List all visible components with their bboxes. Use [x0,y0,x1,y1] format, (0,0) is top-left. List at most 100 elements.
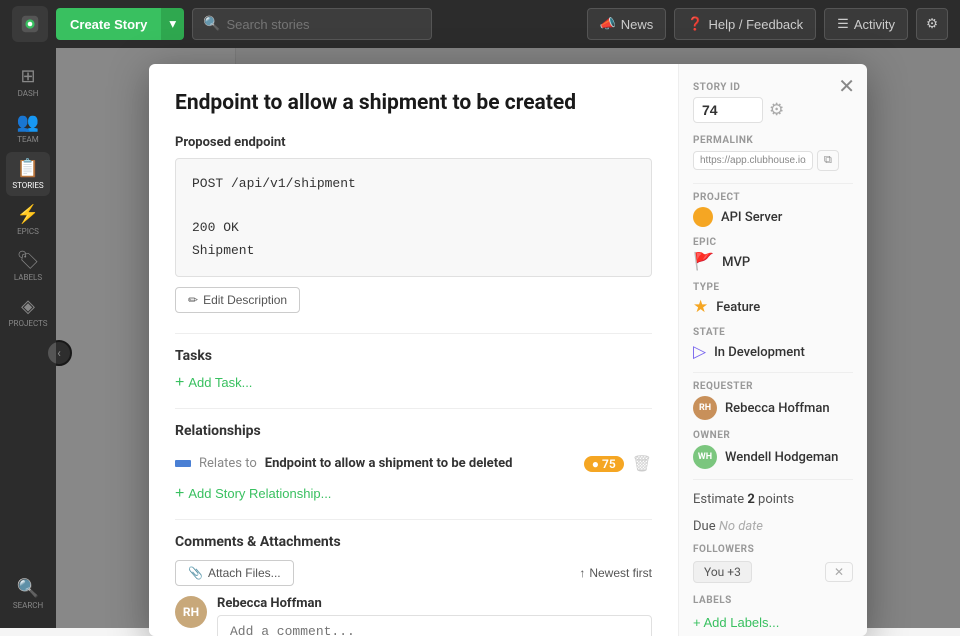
sidebar-item-labels[interactable]: 🏷 LABELS [6,244,50,288]
edit-description-button[interactable]: ✏ Edit Description [175,287,300,313]
type-label: Type [693,282,853,293]
type-star-icon: ★ [693,297,708,317]
comments-attachments-section: Comments & Attachments 📎 Attach Files...… [175,534,652,636]
divider-1 [175,333,652,334]
top-nav: Create Story ▾ 🔍 📣 News ❓ Help / Feedbac… [0,0,960,48]
epic-value[interactable]: MVP [722,255,750,270]
relationship-icon [175,460,191,467]
permalink-row: ⧉ [693,150,853,171]
followers-remove-button[interactable]: ✕ [825,562,853,582]
tasks-label: Tasks [175,348,652,364]
attach-files-button[interactable]: 📎 Attach Files... [175,560,294,586]
owner-avatar: WH [693,445,717,469]
requester-row: RH Rebecca Hoffman [693,396,853,420]
followers-section: Followers You +3 ✕ [693,544,853,583]
relationship-type: Relates to [199,456,257,471]
team-icon: 👥 [17,112,39,133]
modal-overlay: ✕ Endpoint to allow a shipment to be cre… [56,48,960,628]
epics-icon: ⚡ [17,204,39,225]
labels-label: Labels [693,595,853,606]
news-label: News [621,17,654,32]
comments-label: Comments & Attachments [175,534,652,550]
copy-permalink-button[interactable]: ⧉ [817,150,839,171]
add-task-button[interactable]: + Add Task... [175,374,252,392]
requester-value[interactable]: Rebecca Hoffman [725,401,830,416]
owner-row: WH Wendell Hodgeman [693,445,853,469]
sidebar-item-team[interactable]: 👥 TEAM [6,106,50,150]
epic-section: Epic 🚩 MVP [693,237,853,272]
story-settings-icon[interactable]: ⚙ [769,100,784,120]
plus-icon-2: + [175,485,184,503]
state-row: ▷ In Development [693,342,853,362]
permalink-section: Permalink ⧉ [693,135,853,171]
epic-row: 🚩 MVP [693,252,853,272]
type-value[interactable]: Feature [716,300,760,315]
projects-icon: ◈ [21,296,35,317]
activity-label: Activity [854,17,895,32]
story-title: Endpoint to allow a shipment to be creat… [175,90,652,117]
estimate-suffix: points [755,492,794,507]
project-dot [693,207,713,227]
create-story-dropdown-button[interactable]: ▾ [161,8,184,40]
activity-button[interactable]: ☰ Activity [824,8,908,40]
stories-icon: 📋 [17,158,39,179]
requester-section: Requester RH Rebecca Hoffman [693,381,853,420]
state-label: State [693,327,853,338]
comment-form: Rebecca Hoffman [217,596,652,636]
epic-label: Epic [693,237,853,248]
relationship-points: ● 75 [584,456,624,472]
owner-label: Owner [693,430,853,441]
help-feedback-button[interactable]: ❓ Help / Feedback [674,8,816,40]
state-arrow-icon: ▷ [693,342,706,362]
modal-left-panel: Endpoint to allow a shipment to be creat… [149,64,679,636]
sidebar-item-search[interactable]: 🔍 SEARCH [6,572,50,616]
due-value: No date [719,519,763,534]
add-relationship-button[interactable]: + Add Story Relationship... [175,485,331,503]
relationship-delete-button[interactable]: 🗑 [632,454,652,474]
code-block: POST /api/v1/shipment 200 OK Shipment [175,158,652,276]
search-input[interactable] [226,17,421,32]
followers-tag[interactable]: You +3 [693,561,752,583]
labels-icon: 🏷 [17,250,40,271]
edit-icon: ✏ [188,293,198,307]
relationship-target[interactable]: Endpoint to allow a shipment to be delet… [265,456,576,471]
permalink-label: Permalink [693,135,853,146]
state-section: State ▷ In Development [693,327,853,362]
comment-input[interactable] [217,615,652,636]
relationship-item: Relates to Endpoint to allow a shipment … [175,449,652,479]
type-row: ★ Feature [693,297,853,317]
story-id-label: Story ID [693,82,853,93]
modal-close-button[interactable]: ✕ [838,74,855,99]
divider-2 [175,408,652,409]
sidebar-item-projects[interactable]: ◈ PROJECTS [6,290,50,334]
followers-value: You +3 [704,565,741,579]
estimate-section: Estimate 2 points [693,488,853,507]
right-divider-2 [693,372,853,373]
sidebar-item-stories[interactable]: 📋 STORIES [6,152,50,196]
proposed-endpoint-section: Proposed endpoint POST /api/v1/shipment … [175,135,652,328]
plus-icon: + [175,374,184,392]
permalink-input[interactable] [693,151,813,170]
project-label: Project [693,192,853,203]
owner-section: Owner WH Wendell Hodgeman [693,430,853,469]
search-bar[interactable]: 🔍 [192,8,432,40]
news-button[interactable]: 📣 News [587,8,667,40]
divider-3 [175,519,652,520]
sort-newest-button[interactable]: ↑ Newest first [579,566,652,580]
megaphone-icon: 📣 [600,16,616,32]
owner-value[interactable]: Wendell Hodgeman [725,450,838,465]
project-value[interactable]: API Server [721,210,782,225]
logo[interactable] [12,6,48,42]
state-value[interactable]: In Development [714,345,805,360]
due-section: Due No date [693,515,853,534]
sidebar-item-dashboard[interactable]: ⊞ DASH [6,60,50,104]
help-icon: ❓ [687,16,703,32]
sidebar-item-epics[interactable]: ⚡ EPICS [6,198,50,242]
story-id-input[interactable] [693,97,763,123]
create-story-button[interactable]: Create Story [56,8,161,40]
settings-button[interactable]: ⚙ [916,8,948,40]
project-row: API Server [693,207,853,227]
right-divider-1 [693,183,853,184]
story-id-section: Story ID ⚙ [693,82,853,123]
search-icon: 🔍 [203,16,220,32]
